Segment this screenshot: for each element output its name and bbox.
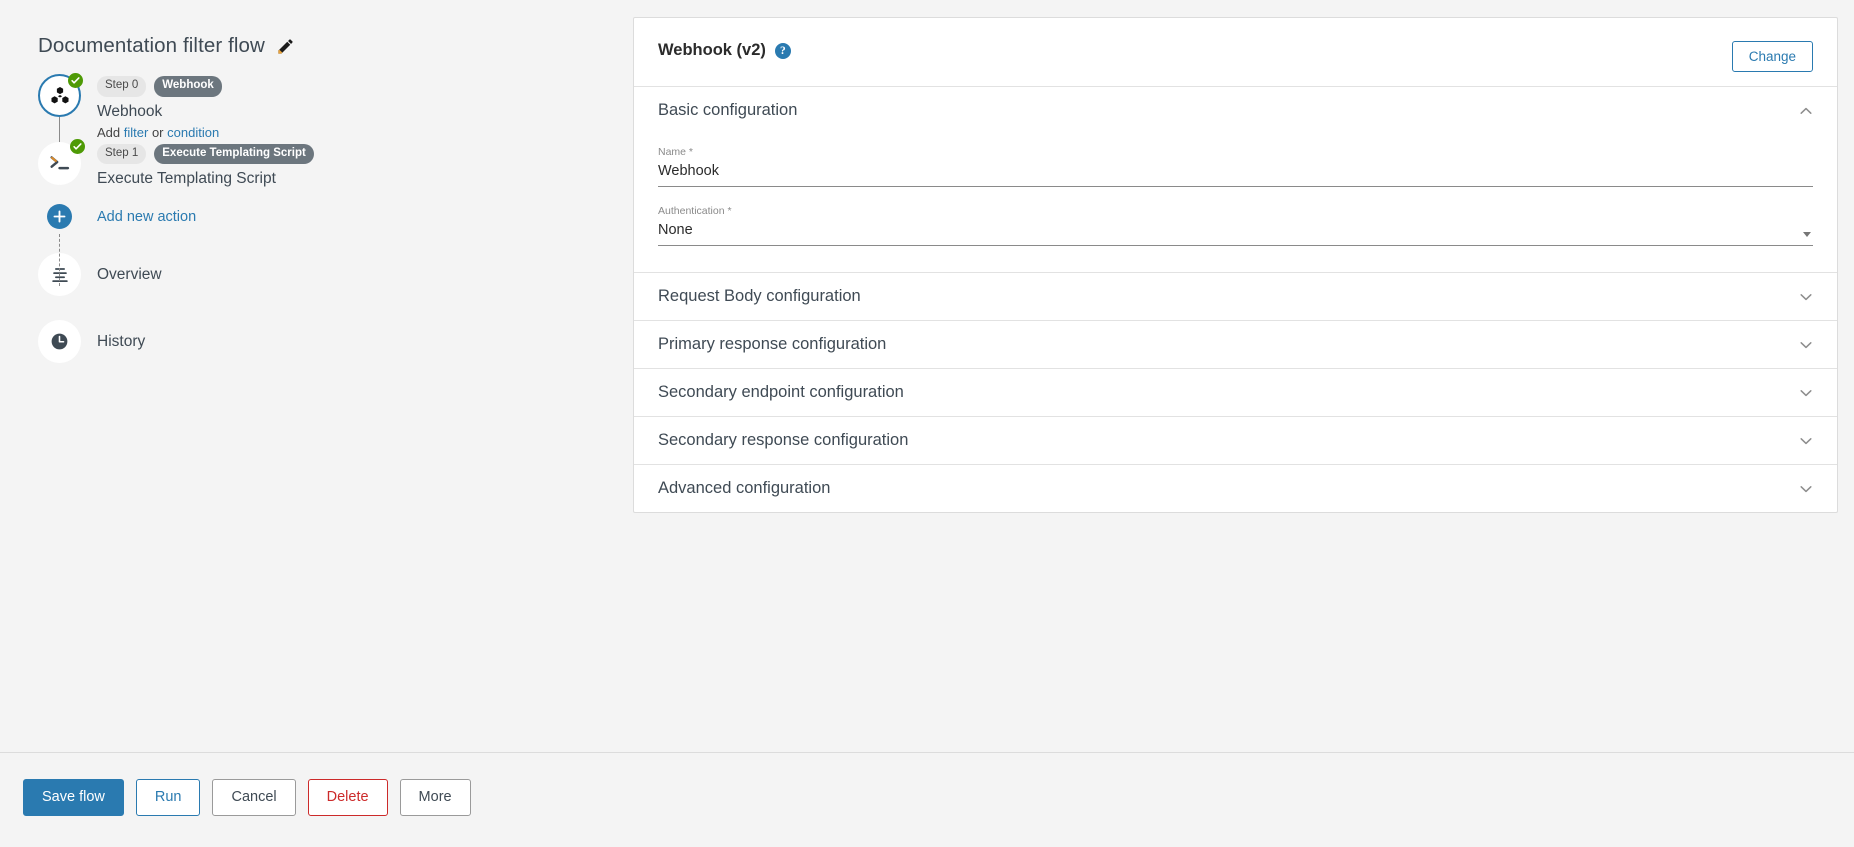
- section-title: Secondary response configuration: [658, 431, 909, 449]
- flow-node-webhook[interactable]: Step 0 Webhook Webhook: [38, 73, 632, 121]
- add-filter-condition-row: Add filter or condition: [38, 125, 632, 140]
- node-avatar[interactable]: [38, 73, 83, 117]
- authentication-select-value[interactable]: [658, 222, 1813, 238]
- module-config-card: Webhook (v2) ? Change Basic configuratio…: [633, 17, 1838, 513]
- flow-node-execute-templating-script[interactable]: Step 1 Execute Templating Script Execute…: [38, 138, 632, 189]
- pencil-icon[interactable]: [275, 35, 297, 57]
- chevron-down-icon[interactable]: [1803, 232, 1811, 237]
- section-title: Advanced configuration: [658, 479, 831, 497]
- sidebar-item-history[interactable]: History: [38, 320, 632, 363]
- section-header[interactable]: Advanced configuration: [634, 465, 1837, 512]
- status-badge: [70, 138, 85, 154]
- section-secondary-endpoint-configuration: Secondary endpoint configuration: [634, 368, 1837, 416]
- field-input-wrap[interactable]: [658, 221, 1813, 246]
- plus-icon[interactable]: [47, 204, 72, 229]
- node-name: Execute Templating Script: [97, 170, 276, 187]
- section-secondary-response-configuration: Secondary response configuration: [634, 416, 1837, 464]
- sidebar-item-overview[interactable]: Overview: [38, 253, 632, 296]
- flow-sidebar: Documentation filter flow Step 0 Webhook…: [0, 0, 632, 847]
- field-input-wrap: [658, 162, 1813, 187]
- page-title: Documentation filter flow: [38, 34, 265, 57]
- field-label: Authentication *: [658, 205, 732, 217]
- name-input[interactable]: [658, 163, 1813, 179]
- step-chip: Step 0: [97, 76, 147, 97]
- add-separator-label: or: [151, 124, 164, 140]
- field-label: Name *: [658, 146, 694, 158]
- run-button[interactable]: Run: [135, 779, 201, 816]
- section-request-body-configuration: Request Body configuration: [634, 272, 1837, 320]
- flow-editor-page: Documentation filter flow Step 0 Webhook…: [0, 0, 1854, 847]
- card-title-wrap: Webhook (v2) ?: [658, 41, 791, 60]
- action-toolbar: Save flow Run Cancel Delete More: [0, 752, 1854, 847]
- cubes-icon: [50, 86, 69, 103]
- chevron-down-icon[interactable]: [1799, 386, 1813, 400]
- module-title: Webhook (v2): [658, 41, 766, 59]
- section-header[interactable]: Secondary response configuration: [634, 417, 1837, 464]
- terminal-icon: [49, 156, 69, 170]
- add-new-action-row[interactable]: Add new action: [38, 204, 632, 229]
- type-chip: Webhook: [154, 76, 222, 97]
- section-header[interactable]: Secondary endpoint configuration: [634, 369, 1837, 416]
- section-advanced-configuration: Advanced configuration: [634, 464, 1837, 512]
- add-filter-link[interactable]: filter: [124, 125, 149, 140]
- node-chips: Step 1 Execute Templating Script: [97, 143, 314, 164]
- chevron-down-icon[interactable]: [1799, 482, 1813, 496]
- node-text: Step 0 Webhook Webhook: [81, 74, 222, 121]
- section-header[interactable]: Primary response configuration: [634, 321, 1837, 368]
- node-text: Step 1 Execute Templating Script Execute…: [81, 142, 314, 189]
- status-badge: [68, 73, 83, 88]
- section-header[interactable]: Request Body configuration: [634, 273, 1837, 320]
- node-name: Webhook: [97, 102, 163, 120]
- node-chips: Step 0 Webhook: [97, 76, 222, 97]
- section-title: Primary response configuration: [658, 335, 887, 353]
- node-avatar[interactable]: [38, 138, 85, 185]
- section-header[interactable]: Basic configuration: [634, 87, 1837, 134]
- add-new-action-label[interactable]: Add new action: [97, 209, 196, 225]
- section-title: Secondary endpoint configuration: [658, 383, 904, 401]
- card-header: Webhook (v2) ? Change: [634, 18, 1837, 86]
- step-chip: Step 1: [97, 143, 147, 164]
- field-authentication: Authentication *: [658, 193, 1813, 246]
- section-title: Request Body configuration: [658, 287, 861, 305]
- clock-icon: [51, 333, 68, 350]
- chevron-down-icon[interactable]: [1799, 290, 1813, 304]
- chevron-down-icon[interactable]: [1799, 434, 1813, 448]
- chevron-up-icon[interactable]: [1799, 104, 1813, 118]
- add-condition-link[interactable]: condition: [167, 125, 219, 140]
- action-toolbar-inner: Save flow Run Cancel Delete More: [0, 753, 1854, 816]
- more-button[interactable]: More: [399, 779, 471, 816]
- change-button[interactable]: Change: [1731, 41, 1813, 72]
- section-basic-configuration: Basic configuration Name * Authenticatio…: [634, 86, 1837, 272]
- cancel-button[interactable]: Cancel: [212, 779, 296, 816]
- flow-connector-dashed: [59, 234, 60, 286]
- flow-graph: Step 0 Webhook Webhook Add filter or con…: [0, 73, 632, 363]
- nav-avatar: [38, 320, 81, 363]
- type-chip: Execute Templating Script: [154, 143, 314, 164]
- add-prefix-label: Add: [97, 124, 121, 140]
- chevron-down-icon[interactable]: [1799, 338, 1813, 352]
- section-primary-response-configuration: Primary response configuration: [634, 320, 1837, 368]
- sidebar-item-label: Overview: [97, 265, 162, 283]
- field-name: Name *: [658, 134, 1813, 187]
- sidebar-item-label: History: [97, 332, 146, 350]
- flow-title-row: Documentation filter flow: [0, 0, 632, 58]
- section-body: Name * Authentication *: [634, 134, 1837, 272]
- save-flow-button[interactable]: Save flow: [23, 779, 124, 816]
- question-mark-icon[interactable]: ?: [774, 42, 791, 59]
- section-title: Basic configuration: [658, 101, 798, 119]
- delete-button[interactable]: Delete: [307, 779, 388, 816]
